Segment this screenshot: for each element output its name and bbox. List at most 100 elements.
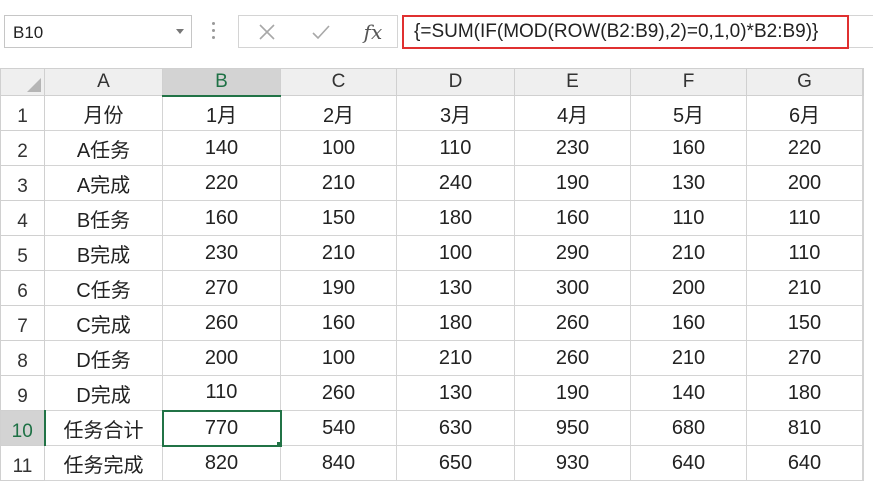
row-header[interactable]: 10 <box>0 410 46 446</box>
cell[interactable]: 810 <box>746 410 863 446</box>
cell[interactable]: 540 <box>280 410 397 446</box>
cell[interactable]: 210 <box>746 270 863 306</box>
cell[interactable]: 260 <box>514 305 631 341</box>
cell[interactable]: 820 <box>162 445 281 481</box>
cell[interactable]: 240 <box>396 165 515 201</box>
cell[interactable] <box>862 445 864 481</box>
cell[interactable] <box>862 165 864 201</box>
cell[interactable]: 650 <box>396 445 515 481</box>
cell[interactable]: 200 <box>630 270 747 306</box>
cell[interactable]: 1月 <box>162 95 281 131</box>
cell[interactable]: C完成 <box>44 305 163 341</box>
row-header[interactable]: 9 <box>0 375 45 411</box>
cell[interactable]: 5月 <box>630 95 747 131</box>
cell[interactable]: 150 <box>746 305 863 341</box>
cell[interactable]: 210 <box>396 340 515 376</box>
row-header[interactable]: 8 <box>0 340 45 376</box>
cell[interactable]: 110 <box>630 200 747 236</box>
cell[interactable]: 4月 <box>514 95 631 131</box>
cell[interactable]: 任务合计 <box>44 410 163 446</box>
chevron-down-icon[interactable] <box>176 29 184 34</box>
cell[interactable]: D完成 <box>44 375 163 411</box>
cell[interactable] <box>862 375 864 411</box>
fill-handle[interactable] <box>275 440 279 444</box>
cell[interactable]: 160 <box>514 200 631 236</box>
cell[interactable]: 2月 <box>280 95 397 131</box>
cell[interactable]: 160 <box>630 305 747 341</box>
cell[interactable]: 290 <box>514 235 631 271</box>
column-header-a[interactable]: A <box>44 68 163 96</box>
cell[interactable]: 130 <box>630 165 747 201</box>
column-header-c[interactable]: C <box>280 68 397 96</box>
row-header[interactable]: 1 <box>0 95 45 131</box>
insert-function-button[interactable]: fx <box>353 16 393 47</box>
cell[interactable]: 140 <box>630 375 747 411</box>
cell[interactable]: 6月 <box>746 95 863 131</box>
cell[interactable]: 190 <box>280 270 397 306</box>
check-icon[interactable] <box>301 16 341 47</box>
row-header[interactable]: 2 <box>0 130 45 166</box>
cell[interactable]: 630 <box>396 410 515 446</box>
cell[interactable]: A完成 <box>44 165 163 201</box>
cell[interactable]: 3月 <box>396 95 515 131</box>
cell[interactable]: 160 <box>162 200 281 236</box>
cell[interactable]: 130 <box>396 375 515 411</box>
cell[interactable]: 180 <box>746 375 863 411</box>
cell[interactable]: 100 <box>280 340 397 376</box>
cell[interactable]: 160 <box>280 305 397 341</box>
cell[interactable]: 230 <box>162 235 281 271</box>
cell[interactable]: 110 <box>746 235 863 271</box>
cell[interactable]: 150 <box>280 200 397 236</box>
cell[interactable]: 180 <box>396 305 515 341</box>
cell[interactable]: 950 <box>514 410 631 446</box>
cell[interactable]: 220 <box>162 165 281 201</box>
cell[interactable]: 640 <box>746 445 863 481</box>
column-header-f[interactable]: F <box>630 68 747 96</box>
cell[interactable]: 230 <box>514 130 631 166</box>
cell[interactable]: D任务 <box>44 340 163 376</box>
cell[interactable]: 190 <box>514 165 631 201</box>
cell[interactable]: 680 <box>630 410 747 446</box>
cell[interactable]: 140 <box>162 130 281 166</box>
cell[interactable]: 260 <box>280 375 397 411</box>
name-box[interactable]: B10 <box>4 15 192 48</box>
cell[interactable]: 220 <box>746 130 863 166</box>
cell[interactable] <box>862 130 864 166</box>
column-header-e[interactable]: E <box>514 68 631 96</box>
cell[interactable]: 260 <box>514 340 631 376</box>
cell[interactable]: 110 <box>162 375 281 411</box>
row-header[interactable]: 6 <box>0 270 45 306</box>
drag-handle-icon[interactable] <box>212 22 216 42</box>
cell[interactable]: C任务 <box>44 270 163 306</box>
column-header-h[interactable] <box>862 68 864 96</box>
cell[interactable] <box>862 235 864 271</box>
row-header[interactable]: 11 <box>0 445 45 481</box>
cell[interactable]: 110 <box>746 200 863 236</box>
row-header[interactable]: 7 <box>0 305 45 341</box>
cell[interactable]: 210 <box>280 235 397 271</box>
close-icon[interactable] <box>247 16 287 47</box>
cell[interactable]: 210 <box>280 165 397 201</box>
cell[interactable]: 100 <box>396 235 515 271</box>
cell[interactable]: B完成 <box>44 235 163 271</box>
cell[interactable]: 任务完成 <box>44 445 163 481</box>
cell[interactable]: 200 <box>746 165 863 201</box>
cell[interactable]: 130 <box>396 270 515 306</box>
column-header-d[interactable]: D <box>396 68 515 96</box>
cell[interactable]: 840 <box>280 445 397 481</box>
cell[interactable] <box>862 305 864 341</box>
cell[interactable]: 180 <box>396 200 515 236</box>
cell[interactable]: 160 <box>630 130 747 166</box>
cell[interactable] <box>862 200 864 236</box>
select-all-button[interactable] <box>0 68 45 96</box>
cell[interactable]: B任务 <box>44 200 163 236</box>
cell[interactable]: 300 <box>514 270 631 306</box>
active-cell[interactable]: 770 <box>161 409 282 447</box>
row-header[interactable]: 4 <box>0 200 45 236</box>
cell[interactable]: 640 <box>630 445 747 481</box>
cell[interactable]: A任务 <box>44 130 163 166</box>
formula-input[interactable]: {=SUM(IF(MOD(ROW(B2:B9),2)=0,1,0)*B2:B9)… <box>402 15 873 49</box>
cell[interactable]: 210 <box>630 235 747 271</box>
cell[interactable] <box>862 270 864 306</box>
cell[interactable]: 100 <box>280 130 397 166</box>
